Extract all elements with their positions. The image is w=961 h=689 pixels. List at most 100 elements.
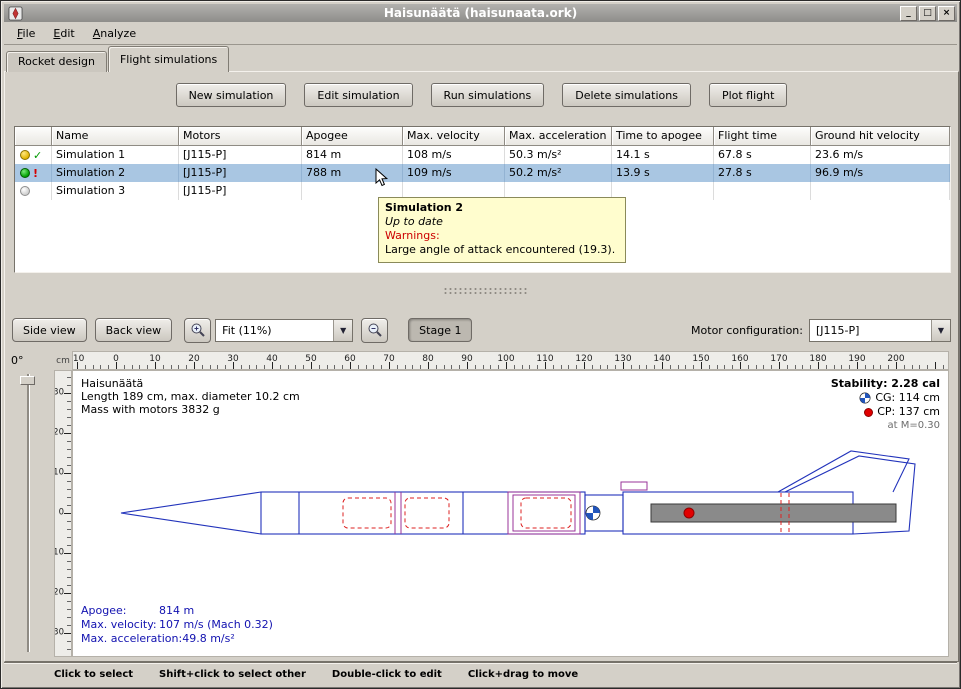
status-ball-icon [20,150,30,160]
zoom-in-button[interactable] [184,318,211,343]
new-simulation-button[interactable]: New simulation [176,83,287,107]
ruler-tick [412,365,413,369]
column-header-apogee[interactable]: Apogee [302,127,403,146]
rocket-info-line: Haisunäätä [81,377,300,390]
rotation-slider-handle[interactable] [20,376,35,385]
status-ball-icon [20,168,30,178]
rotation-slider[interactable] [18,374,38,652]
table-row[interactable]: ✓Simulation 1[J115-P]814 m108 m/s50.3 m/… [15,146,950,164]
ruler-tick [295,365,296,369]
ruler-tick [873,365,874,369]
edit-simulation-button[interactable]: Edit simulation [304,83,412,107]
ruler-label: 0 [59,508,64,518]
cg-marker [586,506,600,520]
cell [612,182,714,200]
stage-1-toggle[interactable]: Stage 1 [408,318,472,342]
column-header-flight-time[interactable]: Flight time [714,127,811,146]
run-simulations-button[interactable]: Run simulations [431,83,545,107]
tooltip-warning-text: Large angle of attack encountered (19.3)… [385,243,619,257]
ruler-tick [927,365,928,369]
ruler-tick [67,505,71,506]
ruler-tick [802,365,803,369]
ruler-tick [451,365,452,369]
cell: Simulation 1 [52,146,179,164]
rocket-canvas[interactable]: HaisunäätäLength 189 cm, max. diameter 1… [72,370,949,657]
menu-analyze[interactable]: Analyze [84,23,145,44]
column-header-max-acceleration[interactable]: Max. acceleration [505,127,612,146]
cp-marker [684,508,694,518]
plot-flight-button[interactable]: Plot flight [709,83,787,107]
cg-value: CG: 114 cm [875,391,940,405]
column-header-motors[interactable]: Motors [179,127,302,146]
ruler-tick [67,401,71,402]
maximize-button[interactable]: □ [919,6,936,21]
ruler-tick [771,365,772,369]
ruler-tick [67,529,71,530]
side-view-button[interactable]: Side view [12,318,87,342]
simulation-toolbar: New simulation Edit simulation Run simulat… [5,83,958,107]
ruler-label: 10 [149,354,160,364]
cell: 814 m [302,146,403,164]
ruler-tick [171,365,172,369]
minimize-button[interactable]: _ [900,6,917,21]
ruler-tick [420,365,421,369]
ruler-tick [405,365,406,369]
table-body: ✓Simulation 1[J115-P]814 m108 m/s50.3 m/… [15,146,950,200]
ruler-tick [225,365,226,369]
status-ball-icon [20,186,30,196]
delete-simulations-button[interactable]: Delete simulations [562,83,691,107]
ruler-tick [67,609,71,610]
cell: 50.3 m/s² [505,146,612,164]
rocket-info-line: Mass with motors 3832 g [81,403,300,416]
ruler-tick [787,365,788,369]
column-header-max-velocity[interactable]: Max. velocity [403,127,505,146]
ruler-tick [763,365,764,369]
table-header-row: NameMotorsApogeeMax. velocityMax. accele… [15,127,950,146]
flight-stat: Max. velocity:107 m/s (Mach 0.32) [81,618,273,632]
zoom-select[interactable]: Fit (11%) ▼ [215,319,353,342]
column-header-name[interactable]: Name [52,127,179,146]
ruler-label: 160 [731,354,748,364]
ruler-tick [561,365,562,369]
zoom-out-button[interactable] [361,318,388,343]
chevron-down-icon: ▼ [333,320,352,341]
ruler-label: 20 [188,354,199,364]
ruler-tick [64,553,71,554]
ruler-tick [693,365,694,369]
ruler-tick [537,365,538,369]
cell: 23.6 m/s [811,146,950,164]
ruler-label: 190 [848,354,865,364]
ruler-tick [280,365,281,369]
column-header-ground-hit-velocity[interactable]: Ground hit velocity [811,127,950,146]
ruler-tick [67,377,71,378]
motor-configuration-select[interactable]: [J115-P] ▼ [809,319,951,342]
mouse-cursor [375,168,389,188]
ruler-label: 30 [227,354,238,364]
column-header-status[interactable] [15,127,52,146]
ruler-tick [935,362,936,369]
menu-edit[interactable]: Edit [44,23,83,44]
split-pane-divider[interactable] [443,287,527,294]
tab-rocket-design[interactable]: Rocket design [6,51,107,72]
ruler-label: 180 [809,354,826,364]
cell: 109 m/s [403,164,505,182]
menu-bar: FileEditAnalyze [4,22,957,45]
ruler-tick [826,365,827,369]
ruler-tick [303,365,304,369]
close-button[interactable]: × [938,6,955,21]
table-row[interactable]: !Simulation 2[J115-P]788 m109 m/s50.2 m/… [15,164,950,182]
ruler-tick [67,585,71,586]
hint-text: Click to select [54,669,133,680]
ruler-tick [810,365,811,369]
ruler-label: 140 [653,354,670,364]
ruler-tick [67,425,71,426]
zoom-out-icon [367,322,383,338]
title-bar[interactable]: Haisunäätä (haisunaata.ork) _ □ × [4,4,957,22]
tab-flight-simulations[interactable]: Flight simulations [108,46,229,72]
horizontal-ruler: -100102030405060708090100110120130140150… [72,351,949,370]
cell: 108 m/s [403,146,505,164]
back-view-button[interactable]: Back view [95,318,173,342]
menu-file[interactable]: File [8,23,44,44]
ruler-label: 90 [461,354,472,364]
column-header-time-to-apogee[interactable]: Time to apogee [612,127,714,146]
